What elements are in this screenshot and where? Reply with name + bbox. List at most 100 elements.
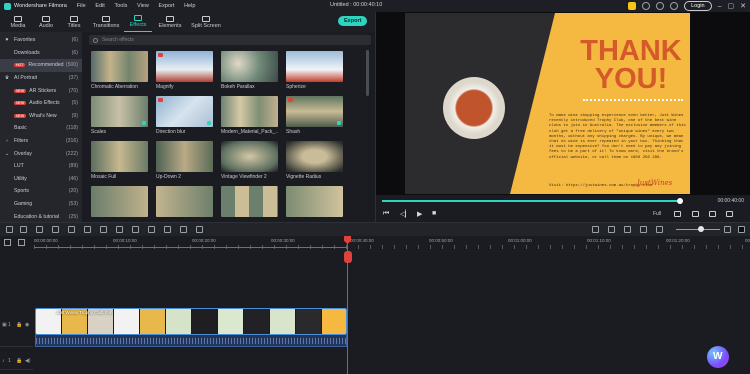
effect-thumbnail[interactable]: [91, 141, 148, 172]
effect-card[interactable]: [91, 186, 148, 225]
menu-export[interactable]: Export: [159, 3, 175, 9]
premium-icon[interactable]: [628, 2, 637, 10]
volume-icon[interactable]: [709, 211, 716, 217]
stop-icon[interactable]: ■: [432, 210, 436, 217]
add-track-icon[interactable]: [4, 239, 11, 246]
zoom-in-icon[interactable]: [724, 226, 731, 233]
effect-thumbnail[interactable]: [156, 186, 213, 217]
preview-progress-handle[interactable]: [676, 198, 683, 204]
tab-split-screen[interactable]: Split Screen: [188, 16, 224, 32]
effect-thumbnail[interactable]: [91, 186, 148, 217]
menu-tools[interactable]: Tools: [114, 3, 127, 9]
play-icon[interactable]: ▶: [417, 210, 422, 218]
render-preview-icon[interactable]: [674, 211, 681, 217]
effect-card[interactable]: Direction blur: [156, 96, 213, 135]
effects-scrollbar[interactable]: [366, 50, 369, 96]
effect-card[interactable]: Mosaic Full: [91, 141, 148, 180]
link-icon[interactable]: [18, 239, 25, 246]
effect-thumbnail[interactable]: [286, 96, 343, 127]
category-item[interactable]: Basic (118): [0, 122, 82, 135]
adjust-icon[interactable]: [148, 226, 155, 233]
zoom-out-icon[interactable]: [656, 226, 663, 233]
effect-card[interactable]: [286, 186, 343, 225]
effect-card[interactable]: Spherize: [286, 51, 343, 90]
effect-card[interactable]: Modern_Material_Pack_...: [221, 96, 278, 135]
record-voiceover-icon[interactable]: [164, 226, 171, 233]
category-item[interactable]: NEW Audio Effects (5): [0, 97, 82, 110]
playhead-handle[interactable]: [344, 251, 352, 263]
effect-card[interactable]: Magnify: [156, 51, 213, 90]
snapshot-icon[interactable]: [692, 211, 699, 217]
category-item[interactable]: NEW What's New (9): [0, 110, 82, 123]
playback-quality-select[interactable]: Full: [653, 211, 661, 217]
video-clip[interactable]: Just Wines Trophy Club Fun: [35, 308, 347, 335]
effect-thumbnail[interactable]: [156, 96, 213, 127]
minimize-icon[interactable]: –: [718, 3, 722, 10]
undo-icon[interactable]: [6, 226, 13, 233]
category-item[interactable]: Utility (46): [0, 173, 82, 186]
effect-thumbnail[interactable]: [221, 96, 278, 127]
export-button[interactable]: Export: [338, 16, 368, 26]
tab-audio[interactable]: Audio: [32, 16, 60, 32]
render-icon[interactable]: [592, 226, 599, 233]
audio-waveform-clip[interactable]: [35, 335, 348, 347]
assistant-button[interactable]: W: [707, 346, 729, 368]
step-back-icon[interactable]: ⏮: [383, 210, 389, 218]
crop-icon[interactable]: [68, 226, 75, 233]
mixer-icon[interactable]: [640, 226, 647, 233]
menu-help[interactable]: Help: [184, 3, 195, 9]
effect-thumbnail[interactable]: [286, 186, 343, 217]
notification-icon[interactable]: [656, 2, 665, 10]
audio-mixer-icon[interactable]: [132, 226, 139, 233]
green-screen-icon[interactable]: [116, 226, 123, 233]
category-item[interactable]: Sports (20): [0, 185, 82, 198]
delete-icon[interactable]: [36, 226, 43, 233]
support-icon[interactable]: [670, 2, 679, 10]
effect-thumbnail[interactable]: [286, 141, 343, 172]
audio-lock-icon[interactable]: 🔒: [16, 358, 22, 364]
effect-thumbnail[interactable]: [221, 186, 278, 217]
cut-icon[interactable]: [52, 226, 59, 233]
effect-card[interactable]: Bokeh Parallax: [221, 51, 278, 90]
category-item[interactable]: ⌄ Overlay (222): [0, 147, 82, 160]
category-item[interactable]: Downloads (6): [0, 47, 82, 60]
maximize-icon[interactable]: ▢: [728, 2, 735, 10]
menu-view[interactable]: View: [137, 3, 149, 9]
category-item[interactable]: HOT Recommended (500): [0, 59, 82, 72]
category-item[interactable]: ♛ AI Portrait (37): [0, 72, 82, 85]
close-icon[interactable]: ✕: [740, 2, 746, 10]
effect-card[interactable]: Up-Down 2: [156, 141, 213, 180]
color-icon[interactable]: [100, 226, 107, 233]
lightbulb-icon[interactable]: [642, 2, 651, 10]
lock-icon[interactable]: 🔒: [16, 322, 22, 328]
preview-progress-bar[interactable]: [382, 200, 680, 202]
download-icon[interactable]: [337, 121, 341, 125]
effect-card[interactable]: [156, 186, 213, 225]
category-item[interactable]: NEW AR Stickers (70): [0, 84, 82, 97]
category-item[interactable]: Gaming (53): [0, 198, 82, 211]
stabilize-icon[interactable]: [180, 226, 187, 233]
zoom-slider-handle[interactable]: [698, 226, 704, 232]
speaker-icon[interactable]: ◀): [25, 358, 31, 364]
menu-file[interactable]: File: [77, 3, 86, 9]
effect-card[interactable]: Shash: [286, 96, 343, 135]
effect-thumbnail[interactable]: [156, 51, 213, 82]
effect-thumbnail[interactable]: [91, 96, 148, 127]
category-item[interactable]: › Filters (316): [0, 135, 82, 148]
effect-card[interactable]: Vintage Viewfinder 2: [221, 141, 278, 180]
tab-titles[interactable]: Titles: [60, 16, 88, 32]
tab-transitions[interactable]: Transitions: [88, 16, 124, 32]
effect-card[interactable]: Chromatic Aberration: [91, 51, 148, 90]
redo-icon[interactable]: [20, 226, 27, 233]
login-button[interactable]: Login: [684, 1, 712, 11]
effect-card[interactable]: Vignette Radius: [286, 141, 343, 180]
menu-edit[interactable]: Edit: [95, 3, 104, 9]
speed-icon[interactable]: [84, 226, 91, 233]
more-tools-icon[interactable]: [196, 226, 203, 233]
download-icon[interactable]: [142, 121, 146, 125]
download-icon[interactable]: [207, 121, 211, 125]
effect-thumbnail[interactable]: [156, 141, 213, 172]
mic-icon[interactable]: [624, 226, 631, 233]
effect-card[interactable]: [221, 186, 278, 225]
eye-icon[interactable]: ◉: [25, 322, 29, 328]
